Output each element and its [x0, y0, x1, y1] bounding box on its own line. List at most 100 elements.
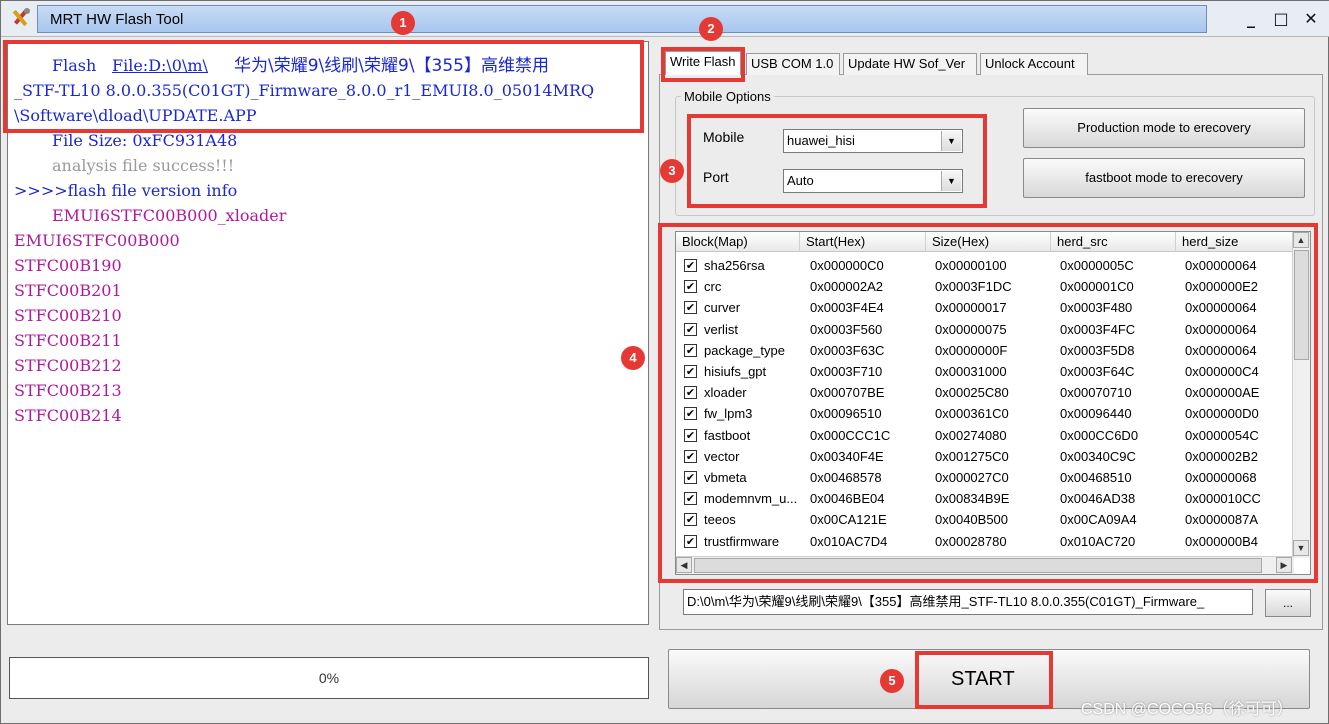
port-select[interactable]: Auto ▼ — [783, 169, 963, 193]
table-cell: curver — [704, 300, 741, 316]
block-table[interactable]: Block(Map) Start(Hex) Size(Hex) herd_src… — [675, 231, 1311, 575]
table-row[interactable]: ✔ hisiufs_gpt 0x0003F710 0x00031000 0x0003F6… — [676, 361, 1294, 382]
table-cell: 0x00CA09A4 — [1060, 512, 1137, 528]
table-cell: 0x00096440 — [1060, 406, 1132, 422]
table-row[interactable]: ✔ package_type 0x0003F63C 0x0000000F 0x0003F… — [676, 340, 1294, 361]
tab-write-flash[interactable]: Write Flash — [665, 51, 741, 75]
table-cell: 0x0000054C — [1185, 427, 1259, 443]
column-header-herd-src[interactable]: herd_src — [1051, 232, 1176, 252]
chevron-down-icon[interactable]: ▼ — [941, 171, 961, 191]
scroll-left-icon[interactable]: ◀ — [676, 557, 692, 573]
row-checkbox[interactable]: ✔ — [684, 471, 697, 484]
app-window: MRT HW Flash Tool _ □ ✕ Flash File:D:\0\… — [0, 0, 1329, 724]
progress-bar: 0% — [9, 657, 649, 699]
row-checkbox[interactable]: ✔ — [684, 280, 697, 294]
table-row[interactable]: ✔ curver 0x0003F4E4 0x00000017 0x0003F480 0x0… — [676, 297, 1294, 318]
table-cell: 0x00274080 — [935, 427, 1007, 443]
table-cell: 0x000000D0 — [1185, 406, 1259, 422]
row-checkbox[interactable]: ✔ — [684, 407, 697, 421]
row-checkbox[interactable]: ✔ — [684, 343, 697, 357]
chevron-down-icon[interactable]: ▼ — [941, 131, 961, 151]
mobile-options-title: Mobile Options — [681, 89, 774, 104]
table-row[interactable]: ✔ verlist 0x0003F560 0x00000075 0x0003F4FC 0x… — [676, 319, 1294, 340]
row-checkbox[interactable]: ✔ — [684, 259, 697, 272]
table-row[interactable]: ✔ vbmeta 0x00468578 0x000027C0 0x00468510 0x0… — [676, 467, 1294, 488]
row-checkbox[interactable]: ✔ — [684, 428, 697, 442]
table-cell: sha256rsa — [704, 258, 765, 273]
row-checkbox[interactable]: ✔ — [684, 386, 697, 400]
scroll-down-icon[interactable]: ▼ — [1293, 540, 1309, 556]
row-checkbox[interactable]: ✔ — [684, 449, 697, 463]
vertical-scrollbar[interactable]: ▲ ▼ — [1292, 232, 1310, 558]
scroll-thumb[interactable] — [1294, 250, 1309, 360]
scroll-thumb-horizontal[interactable] — [694, 558, 1262, 573]
table-cell: modemnvm_u... — [704, 491, 798, 507]
log-line: STFC00B211 — [14, 331, 122, 350]
table-cell: 0x0046AD38 — [1060, 491, 1136, 507]
log-file-link[interactable]: File:D:\0\m\ — [112, 54, 208, 78]
table-cell: 0x00CA121E — [810, 512, 887, 528]
table-cell: 0x0003F63C — [810, 342, 885, 358]
mobile-label: Mobile — [703, 129, 745, 145]
table-cell: 0x0000000F — [935, 342, 1008, 358]
table-row[interactable]: ✔ fw_lpm3 0x00096510 0x000361C0 0x00096440 0x… — [676, 403, 1294, 424]
annotation-badge-2: 2 — [699, 17, 723, 41]
table-cell: 0x00000064 — [1185, 300, 1257, 316]
table-row[interactable]: ✔ teeos 0x00CA121E 0x0040B500 0x00CA09A4 0x00… — [676, 509, 1294, 530]
tab-usb-com[interactable]: USB COM 1.0 — [746, 53, 840, 75]
table-cell: 0x001275C0 — [935, 448, 1009, 464]
row-checkbox[interactable]: ✔ — [684, 322, 697, 336]
table-row[interactable]: ✔ sha256rsa 0x000000C0 0x00000100 0x0000005C… — [676, 255, 1294, 276]
table-cell: 0x000010CC — [1185, 491, 1261, 507]
mobile-select[interactable]: huawei_hisi ▼ — [783, 129, 963, 153]
column-header-start[interactable]: Start(Hex) — [800, 232, 926, 252]
horizontal-scrollbar[interactable]: ◀ ▶ — [676, 556, 1294, 574]
browse-button[interactable]: ... — [1265, 589, 1311, 617]
maximize-button[interactable]: □ — [1267, 7, 1295, 31]
table-cell: teeos — [704, 512, 736, 528]
annotation-badge-3: 3 — [660, 159, 684, 183]
row-checkbox[interactable]: ✔ — [684, 513, 697, 527]
tab-unlock-account[interactable]: Unlock Account — [980, 53, 1088, 75]
annotation-badge-1: 1 — [391, 11, 415, 35]
production-mode-button[interactable]: Production mode to erecovery — [1023, 108, 1305, 148]
table-cell: 0x00468510 — [1060, 470, 1132, 485]
log-line: STFC00B212 — [14, 356, 122, 375]
log-output[interactable]: Flash File:D:\0\m\ 华为\荣耀9\线刷\荣耀9\【355】高维… — [7, 41, 649, 625]
table-cell: trustfirmware — [704, 533, 780, 549]
table-cell: 0x010AC7D4 — [810, 533, 888, 549]
watermark: CSDN @COCO56（徐可可） — [1081, 701, 1293, 718]
log-line: \Software\dload\UPDATE.APP — [14, 106, 257, 125]
table-cell: 0x00070710 — [1060, 385, 1132, 401]
table-row[interactable]: ✔ xloader 0x000707BE 0x00025C80 0x00070710 0x… — [676, 382, 1294, 403]
column-header-block[interactable]: Block(Map) — [676, 232, 800, 252]
scroll-up-icon[interactable]: ▲ — [1293, 232, 1309, 248]
log-line: Flash — [52, 56, 102, 75]
table-cell: 0x0003F1DC — [935, 279, 1012, 295]
table-cell: 0x00031000 — [935, 364, 1007, 379]
table-row[interactable]: ✔ crc 0x000002A2 0x0003F1DC 0x000001C0 0x0000… — [676, 276, 1294, 297]
tab-update-hw-sof-ver[interactable]: Update HW Sof_Ver — [843, 53, 977, 75]
log-line: 华为\荣耀9\线刷\荣耀9\【355】高维禁用 — [234, 56, 549, 76]
row-checkbox[interactable]: ✔ — [684, 492, 697, 506]
log-line: STFC00B210 — [14, 306, 122, 325]
table-row[interactable]: ✔ modemnvm_u... 0x0046BE04 0x00834B9E 0x0046… — [676, 488, 1294, 509]
table-row[interactable]: ✔ fastboot 0x000CCC1C 0x00274080 0x000CC6D0 0… — [676, 425, 1294, 446]
annotation-badge-4: 4 — [621, 346, 645, 370]
wrench-screwdriver-icon — [7, 5, 33, 31]
column-header-herd-size[interactable]: herd_size — [1176, 232, 1294, 252]
log-line: analysis file success!!! — [52, 156, 235, 175]
scroll-right-icon[interactable]: ▶ — [1276, 557, 1292, 573]
row-checkbox[interactable]: ✔ — [684, 534, 697, 548]
close-button[interactable]: ✕ — [1297, 7, 1325, 31]
table-cell: 0x00468578 — [810, 470, 882, 485]
table-row[interactable]: ✔ trustfirmware 0x010AC7D4 0x00028780 0x010A… — [676, 531, 1294, 552]
table-cell: 0x0000005C — [1060, 258, 1134, 273]
column-header-size[interactable]: Size(Hex) — [926, 232, 1051, 252]
minimize-button[interactable]: _ — [1237, 7, 1265, 31]
fastboot-mode-button[interactable]: fastboot mode to erecovery — [1023, 158, 1305, 198]
row-checkbox[interactable]: ✔ — [684, 365, 697, 378]
row-checkbox[interactable]: ✔ — [684, 301, 697, 315]
table-row[interactable]: ✔ vector 0x00340F4E 0x001275C0 0x00340C9C 0x0… — [676, 446, 1294, 467]
firmware-path-field[interactable]: D:\0\m\华为\荣耀9\线刷\荣耀9\【355】高维禁用_STF-TL10 … — [683, 589, 1253, 615]
